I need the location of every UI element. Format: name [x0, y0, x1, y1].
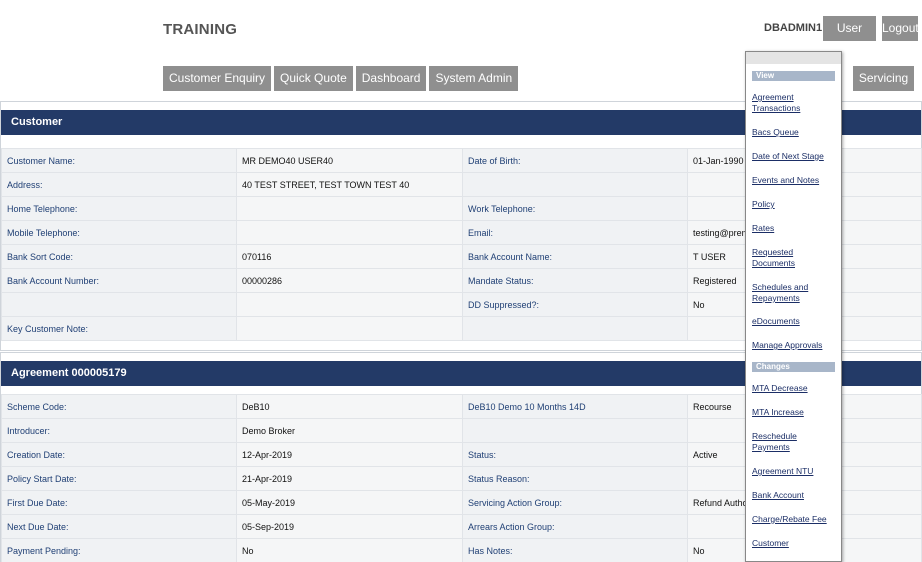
field-value: 05-May-2019 — [236, 490, 463, 515]
menu-item-date-of-next-stage[interactable]: Date of Next Stage — [752, 151, 835, 162]
menu-item-agreement-ntu[interactable]: Agreement NTU — [752, 466, 835, 477]
field-value: 05-Sep-2019 — [236, 514, 463, 539]
dropdown-top-bar — [746, 52, 841, 64]
username: DBADMIN1 — [764, 22, 823, 34]
field-label: Has Notes: — [462, 538, 688, 562]
field-value: 00000286 — [236, 268, 463, 293]
menu-item-mta-increase[interactable]: MTA Increase — [752, 407, 835, 418]
field-label: Key Customer Note: — [1, 316, 237, 341]
nav-customer-enquiry[interactable]: Customer Enquiry — [163, 66, 272, 91]
field-label: Address: — [1, 172, 237, 197]
field-label: Status: — [462, 442, 688, 467]
menu-item-policy[interactable]: Policy — [752, 199, 835, 210]
field-value — [236, 220, 463, 245]
field-label: Customer Name: — [1, 148, 237, 173]
menu-item-charge-rebate-fee[interactable]: Charge/Rebate Fee — [752, 514, 835, 525]
field-value: 40 TEST STREET, TEST TOWN TEST 40 — [236, 172, 463, 197]
menu-item-events-and-notes[interactable]: Events and Notes — [752, 175, 835, 186]
field-label: First Due Date: — [1, 490, 237, 515]
main-nav: Customer Enquiry Quick Quote Dashboard S… — [163, 66, 521, 91]
field-value: Demo Broker — [236, 418, 463, 443]
menu-item-mta-decrease[interactable]: MTA Decrease — [752, 383, 835, 394]
field-value — [236, 316, 463, 341]
field-label: DD Suppressed?: — [462, 292, 688, 317]
menu-item-requested-documents[interactable]: Requested Documents — [752, 247, 835, 269]
field-label: Servicing Action Group: — [462, 490, 688, 515]
menu-item-reschedule-payments[interactable]: Reschedule Payments — [752, 431, 835, 453]
field-label — [462, 418, 688, 443]
field-label: Home Telephone: — [1, 196, 237, 221]
field-label: Next Due Date: — [1, 514, 237, 539]
field-label: Policy Start Date: — [1, 466, 237, 491]
menu-item-customer[interactable]: Customer — [752, 538, 835, 549]
field-label — [462, 172, 688, 197]
field-label: Scheme Code: — [1, 394, 237, 419]
menu-item-agreement-transactions[interactable]: Agreement Transactions — [752, 92, 835, 114]
nav-dashboard[interactable]: Dashboard — [355, 66, 427, 91]
menu-item-schedules-and-repayments[interactable]: Schedules and Repayments — [752, 282, 812, 304]
field-label: Introducer: — [1, 418, 237, 443]
menu-item-bank-account[interactable]: Bank Account — [752, 490, 835, 501]
field-label: Email: — [462, 220, 688, 245]
field-value: No — [236, 538, 463, 562]
user-guide-button[interactable]: User Guide — [823, 16, 876, 60]
menu-item-bacs-queue[interactable]: Bacs Queue — [752, 127, 835, 138]
field-label: Arrears Action Group: — [462, 514, 688, 539]
field-label: Bank Sort Code: — [1, 244, 237, 269]
field-label: Date of Birth: — [462, 148, 688, 173]
field-value: DeB10 — [236, 394, 463, 419]
app-title: TRAINING — [163, 21, 238, 38]
field-label: Mobile Telephone: — [1, 220, 237, 245]
field-label: DeB10 Demo 10 Months 14D — [462, 394, 688, 419]
menu-item-manage-approvals[interactable]: Manage Approvals — [752, 340, 835, 351]
field-label: Bank Account Name: — [462, 244, 688, 269]
menu-item-rates[interactable]: Rates — [752, 223, 835, 234]
field-value: MR DEMO40 USER40 — [236, 148, 463, 173]
field-value: 070116 — [236, 244, 463, 269]
field-label: Bank Account Number: — [1, 268, 237, 293]
servicing-menu-button[interactable]: Servicing ... — [853, 66, 914, 110]
field-value: 12-Apr-2019 — [236, 442, 463, 467]
field-value: 21-Apr-2019 — [236, 466, 463, 491]
menu-heading-changes: Changes — [752, 362, 835, 372]
field-label: Payment Pending: — [1, 538, 237, 562]
nav-system-admin[interactable]: System Admin — [429, 66, 519, 91]
logout-button[interactable]: Logout — [882, 16, 919, 41]
field-value — [236, 196, 463, 221]
menu-heading-view: View — [752, 71, 835, 81]
field-value — [236, 292, 463, 317]
field-label — [462, 316, 688, 341]
field-label — [1, 292, 237, 317]
menu-item-edocuments[interactable]: eDocuments — [752, 316, 835, 327]
servicing-dropdown-menu: View Agreement Transactions Bacs Queue Dat… — [745, 51, 842, 562]
field-label: Work Telephone: — [462, 196, 688, 221]
field-label: Status Reason: — [462, 466, 688, 491]
nav-quick-quote[interactable]: Quick Quote — [274, 66, 353, 91]
field-label: Mandate Status: — [462, 268, 688, 293]
field-label: Creation Date: — [1, 442, 237, 467]
